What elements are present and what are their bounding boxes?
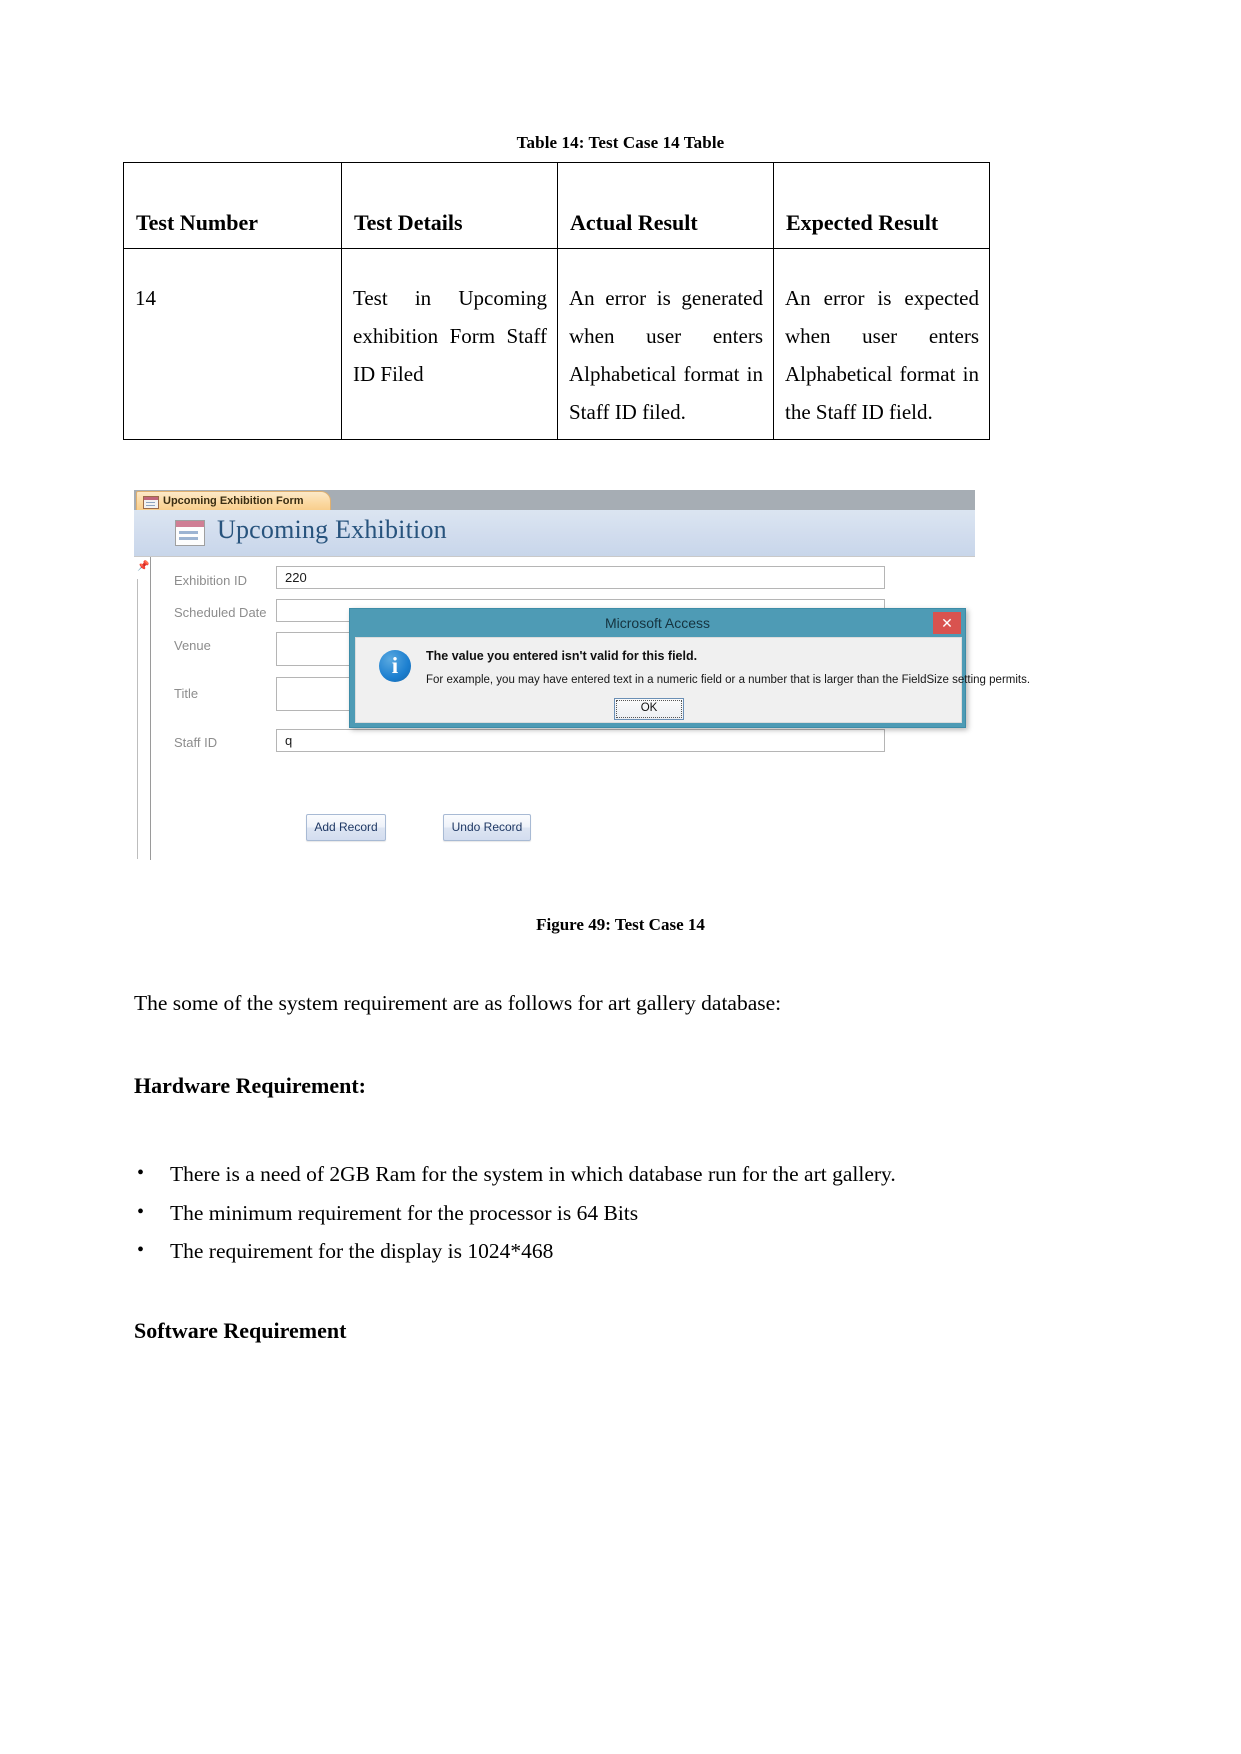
dialog-main-message: The value you entered isn't valid for th… bbox=[426, 649, 698, 663]
cell-actual-result: An error is generated when user enters A… bbox=[557, 248, 774, 440]
list-item: The minimum requirement for the processo… bbox=[134, 1193, 1084, 1233]
label-title: Title bbox=[174, 686, 199, 701]
label-staff-id: Staff ID bbox=[174, 735, 218, 750]
label-venue: Venue bbox=[174, 638, 211, 653]
input-exhibition-id[interactable]: 220 bbox=[276, 566, 885, 589]
form-icon bbox=[143, 496, 159, 509]
document-page: Table 14: Test Case 14 Table Test Number… bbox=[0, 0, 1241, 1754]
hardware-requirement-heading: Hardware Requirement: bbox=[134, 1073, 366, 1098]
value-test-number: 14 bbox=[135, 286, 156, 310]
table-header-cell-test-number: Test Number bbox=[123, 162, 342, 249]
header-label-test-details: Test Details bbox=[354, 210, 463, 235]
header-label-test-number: Test Number bbox=[136, 210, 259, 235]
test-case-table: Test Number Test Details Actual Result E… bbox=[123, 162, 990, 440]
label-exhibition-id: Exhibition ID bbox=[174, 573, 247, 588]
tab-strip: Upcoming Exhibition Form bbox=[134, 490, 975, 511]
intro-paragraph: The some of the system requirement are a… bbox=[134, 991, 782, 1015]
table-header-cell-test-details: Test Details bbox=[341, 162, 558, 249]
table-row: 14 Test in Upcoming exhibition Form Staf… bbox=[123, 248, 990, 440]
form-header-icon bbox=[175, 520, 205, 546]
table-header-row: Test Number Test Details Actual Result E… bbox=[123, 162, 990, 249]
tab-upcoming-exhibition-form[interactable]: Upcoming Exhibition Form bbox=[136, 491, 331, 511]
close-icon[interactable]: ✕ bbox=[933, 612, 961, 634]
dialog-sub-message: For example, you may have entered text i… bbox=[426, 674, 1031, 686]
cell-test-number: 14 bbox=[123, 248, 342, 440]
table-caption: Table 14: Test Case 14 Table bbox=[516, 133, 725, 152]
list-item: There is a need of 2GB Ram for the syste… bbox=[134, 1154, 1084, 1194]
value-staff-id: q bbox=[285, 733, 293, 748]
value-exhibition-id: 220 bbox=[285, 570, 307, 585]
form-header: Upcoming Exhibition bbox=[134, 510, 975, 556]
tab-label: Upcoming Exhibition Form bbox=[163, 495, 304, 507]
header-label-actual-result: Actual Result bbox=[570, 210, 698, 235]
table-header-cell-expected-result: Expected Result bbox=[773, 162, 990, 249]
table-header-cell-actual-result: Actual Result bbox=[557, 162, 774, 249]
record-selector-bar bbox=[137, 579, 145, 859]
list-item: The requirement for the display is 1024*… bbox=[134, 1231, 1084, 1271]
value-actual-result: An error is generated when user enters A… bbox=[569, 286, 763, 424]
figure-caption: Figure 49: Test Case 14 bbox=[536, 915, 705, 934]
add-record-button[interactable]: Add Record bbox=[306, 814, 386, 841]
cell-test-details: Test in Upcoming exhibition Form Staff I… bbox=[341, 248, 558, 440]
microsoft-access-dialog: Microsoft Access ✕ i The value you enter… bbox=[349, 608, 1030, 728]
hardware-requirement-list: There is a need of 2GB Ram for the syste… bbox=[134, 1154, 1084, 1271]
cell-expected-result: An error is expected when user enters Al… bbox=[773, 248, 990, 440]
value-test-details: Test in Upcoming exhibition Form Staff I… bbox=[353, 286, 547, 386]
ok-button[interactable]: OK bbox=[614, 698, 684, 720]
form-left-rail: 📌 bbox=[134, 557, 151, 860]
pin-icon: 📌 bbox=[137, 561, 150, 572]
software-requirement-heading: Software Requirement bbox=[134, 1318, 347, 1343]
dialog-title: Microsoft Access bbox=[604, 615, 711, 631]
dialog-body: i The value you entered isn't valid for … bbox=[355, 637, 1030, 723]
input-staff-id[interactable]: q bbox=[276, 729, 885, 752]
undo-record-button[interactable]: Undo Record bbox=[443, 814, 531, 841]
info-icon: i bbox=[379, 650, 411, 682]
form-title: Upcoming Exhibition bbox=[217, 515, 447, 544]
label-scheduled-date: Scheduled Date bbox=[174, 605, 267, 620]
header-label-expected-result: Expected Result bbox=[786, 210, 939, 235]
value-expected-result: An error is expected when user enters Al… bbox=[785, 286, 979, 424]
